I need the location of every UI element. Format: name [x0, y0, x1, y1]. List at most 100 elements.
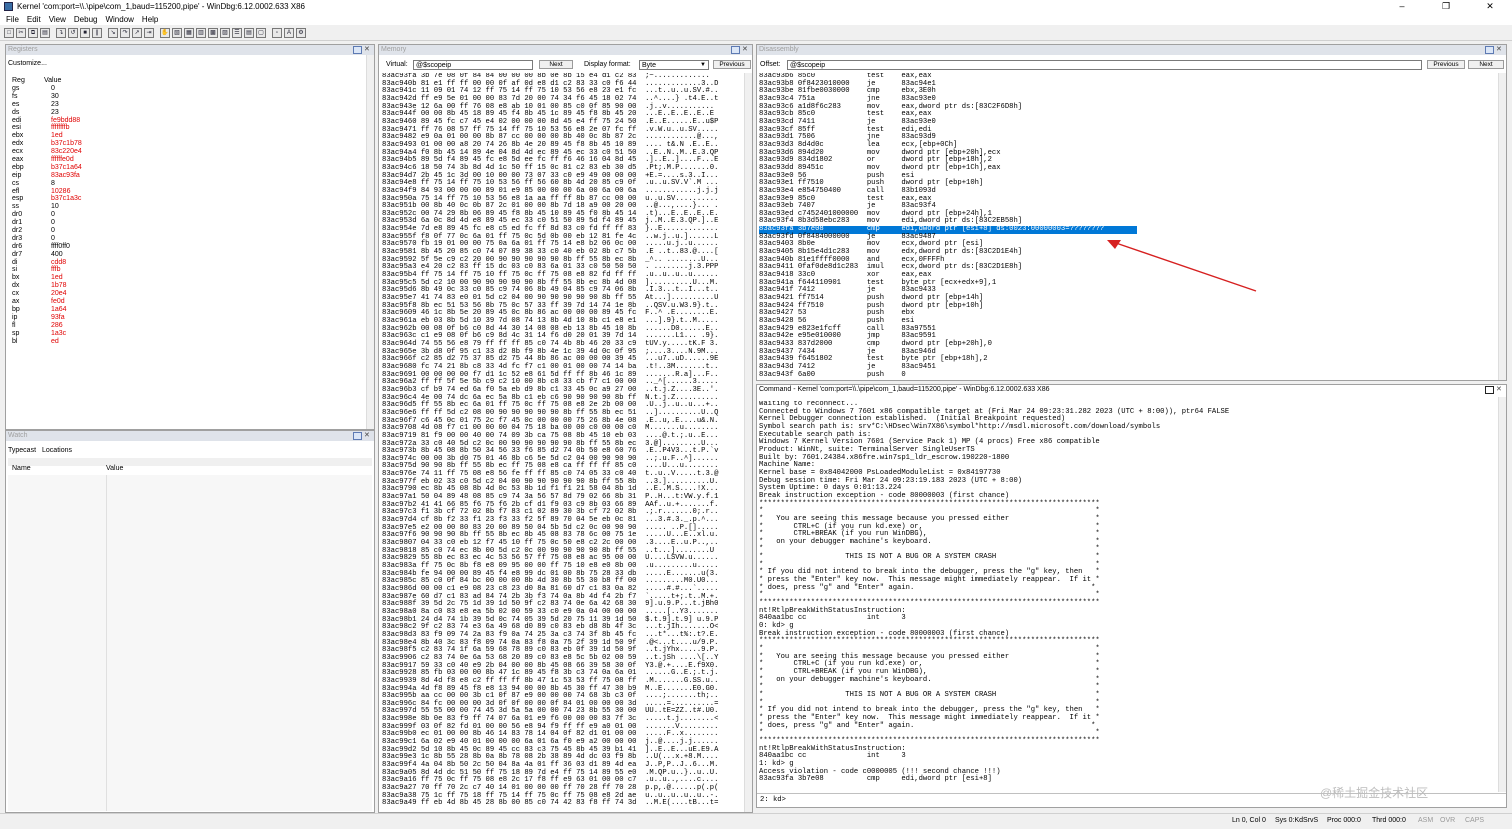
dock-icon[interactable] [1485, 386, 1494, 394]
close-icon[interactable]: ✕ [364, 432, 373, 440]
dock-icon[interactable] [353, 432, 362, 440]
register-row[interactable]: ip 93fa [12, 314, 111, 322]
register-row[interactable]: dx 1b78 [12, 282, 111, 290]
register-value[interactable]: fffb [51, 266, 111, 274]
command-scrollbar[interactable] [1498, 397, 1506, 792]
open-icon[interactable]: □ [4, 27, 14, 38]
step-out-icon[interactable]: ↗ [132, 27, 142, 38]
menu-help[interactable]: Help [142, 15, 158, 24]
restart-icon[interactable]: ↺ [68, 27, 78, 38]
register-row[interactable]: ss 10 [12, 203, 111, 211]
registers-scrollbar[interactable] [366, 55, 374, 429]
register-row[interactable]: es 23 [12, 101, 111, 109]
register-row[interactable]: eip 83ac93fa [12, 172, 111, 180]
register-row[interactable]: ecx 83c220e4 [12, 148, 111, 156]
dock-icon[interactable] [731, 46, 740, 54]
register-value[interactable]: 20e4 [51, 290, 111, 298]
paste-icon[interactable]: ▤ [40, 27, 50, 38]
register-row[interactable]: ebx 1ed [12, 132, 111, 140]
register-value[interactable]: 23 [51, 101, 111, 109]
font-icon[interactable]: A [284, 27, 294, 38]
register-value[interactable]: 1b78 [51, 282, 111, 290]
register-value[interactable]: 30 [51, 93, 111, 101]
register-row[interactable]: ax fe0d [12, 298, 111, 306]
dock-icon[interactable] [353, 46, 362, 54]
run-to-cursor-icon[interactable]: ⇥ [144, 27, 154, 38]
register-row[interactable]: ds 23 [12, 109, 111, 117]
register-row[interactable]: edi fe9bdd88 [12, 117, 111, 125]
scratch-pad-icon[interactable]: ▢ [256, 27, 266, 38]
register-row[interactable]: dr7 400 [12, 251, 111, 259]
source-mode-icon[interactable]: ▫ [272, 27, 282, 38]
register-value[interactable]: b37c1a3c [51, 195, 111, 203]
register-row[interactable]: si fffb [12, 266, 111, 274]
customize-button[interactable]: Customize... [8, 60, 47, 67]
menu-debug[interactable]: Debug [74, 15, 98, 24]
register-row[interactable]: efl 10286 [12, 188, 111, 196]
register-value[interactable]: 0 [51, 211, 111, 219]
register-value[interactable]: ffffffffb [51, 124, 111, 132]
break-icon[interactable]: ❙ [92, 27, 102, 38]
register-value[interactable]: 1ed [51, 132, 111, 140]
stop-debugging-icon[interactable]: ■ [80, 27, 90, 38]
register-value[interactable]: 83c220e4 [51, 148, 111, 156]
register-value[interactable]: ed [51, 338, 111, 346]
register-value[interactable]: 0 [51, 227, 111, 235]
register-value[interactable]: 8 [51, 180, 111, 188]
register-row[interactable]: esi ffffffffb [12, 124, 111, 132]
hand-icon[interactable]: ✋ [160, 27, 170, 38]
register-value[interactable]: 83ac93fa [51, 172, 111, 180]
register-value[interactable]: 10286 [51, 188, 111, 196]
register-value[interactable]: ffff0ff0 [51, 243, 111, 251]
register-value[interactable]: 1ed [51, 274, 111, 282]
register-value[interactable]: b37c1b78 [51, 140, 111, 148]
register-row[interactable]: bl ed [12, 338, 111, 346]
register-row[interactable]: ebp b37c1a64 [12, 164, 111, 172]
register-value[interactable]: fe9bdd88 [51, 117, 111, 125]
cut-icon[interactable]: ✂ [16, 27, 26, 38]
register-value[interactable]: 23 [51, 109, 111, 117]
watch-window-icon[interactable]: ▦ [184, 27, 194, 38]
register-row[interactable]: dr0 0 [12, 211, 111, 219]
register-value[interactable]: 0 [51, 219, 111, 227]
call-stack-icon[interactable]: ☰ [232, 27, 242, 38]
register-row[interactable]: dr1 0 [12, 219, 111, 227]
options-icon[interactable]: ⚙ [296, 27, 306, 38]
locals-window-icon[interactable]: ▥ [196, 27, 206, 38]
register-row[interactable]: gs 0 [12, 85, 111, 93]
register-value[interactable]: 93fa [51, 314, 111, 322]
register-row[interactable]: bx 1ed [12, 274, 111, 282]
close-icon[interactable]: ✕ [1496, 386, 1505, 394]
register-row[interactable]: eax ffffffe0d [12, 156, 111, 164]
register-row[interactable]: edx b37c1b78 [12, 140, 111, 148]
step-over-icon[interactable]: ↷ [120, 27, 130, 38]
watch-grid[interactable] [8, 475, 372, 811]
register-row[interactable]: bp 1a64 [12, 306, 111, 314]
copy-icon[interactable]: ⧉ [28, 27, 38, 38]
register-value[interactable]: 1a3c [51, 330, 111, 338]
locations-tab[interactable]: Locations [42, 447, 72, 454]
menu-file[interactable]: File [6, 15, 19, 24]
register-value[interactable]: ffffffe0d [51, 156, 111, 164]
close-button[interactable]: ✕ [1468, 0, 1512, 13]
register-row[interactable]: cx 20e4 [12, 290, 111, 298]
register-value[interactable]: fe0d [51, 298, 111, 306]
virtual-address-input[interactable]: @$scopeip [413, 60, 533, 70]
register-row[interactable]: esp b37c1a3c [12, 195, 111, 203]
register-value[interactable]: 0 [51, 85, 111, 93]
register-value[interactable]: 0 [51, 235, 111, 243]
register-row[interactable]: dr6 ffff0ff0 [12, 243, 111, 251]
menu-edit[interactable]: Edit [27, 15, 41, 24]
register-row[interactable]: di cdd8 [12, 259, 111, 267]
register-row[interactable]: fs 30 [12, 93, 111, 101]
register-row[interactable]: cs 8 [12, 180, 111, 188]
register-row[interactable]: sp 1a3c [12, 330, 111, 338]
typecast-tab[interactable]: Typecast [8, 447, 36, 454]
register-row[interactable]: dr2 0 [12, 227, 111, 235]
menu-window[interactable]: Window [105, 15, 133, 24]
register-value[interactable]: 286 [51, 322, 111, 330]
command-window-icon[interactable]: ▧ [172, 27, 182, 38]
register-row[interactable]: fl 286 [12, 322, 111, 330]
memory-scrollbar[interactable] [744, 73, 752, 812]
close-icon[interactable]: ✕ [364, 46, 373, 54]
